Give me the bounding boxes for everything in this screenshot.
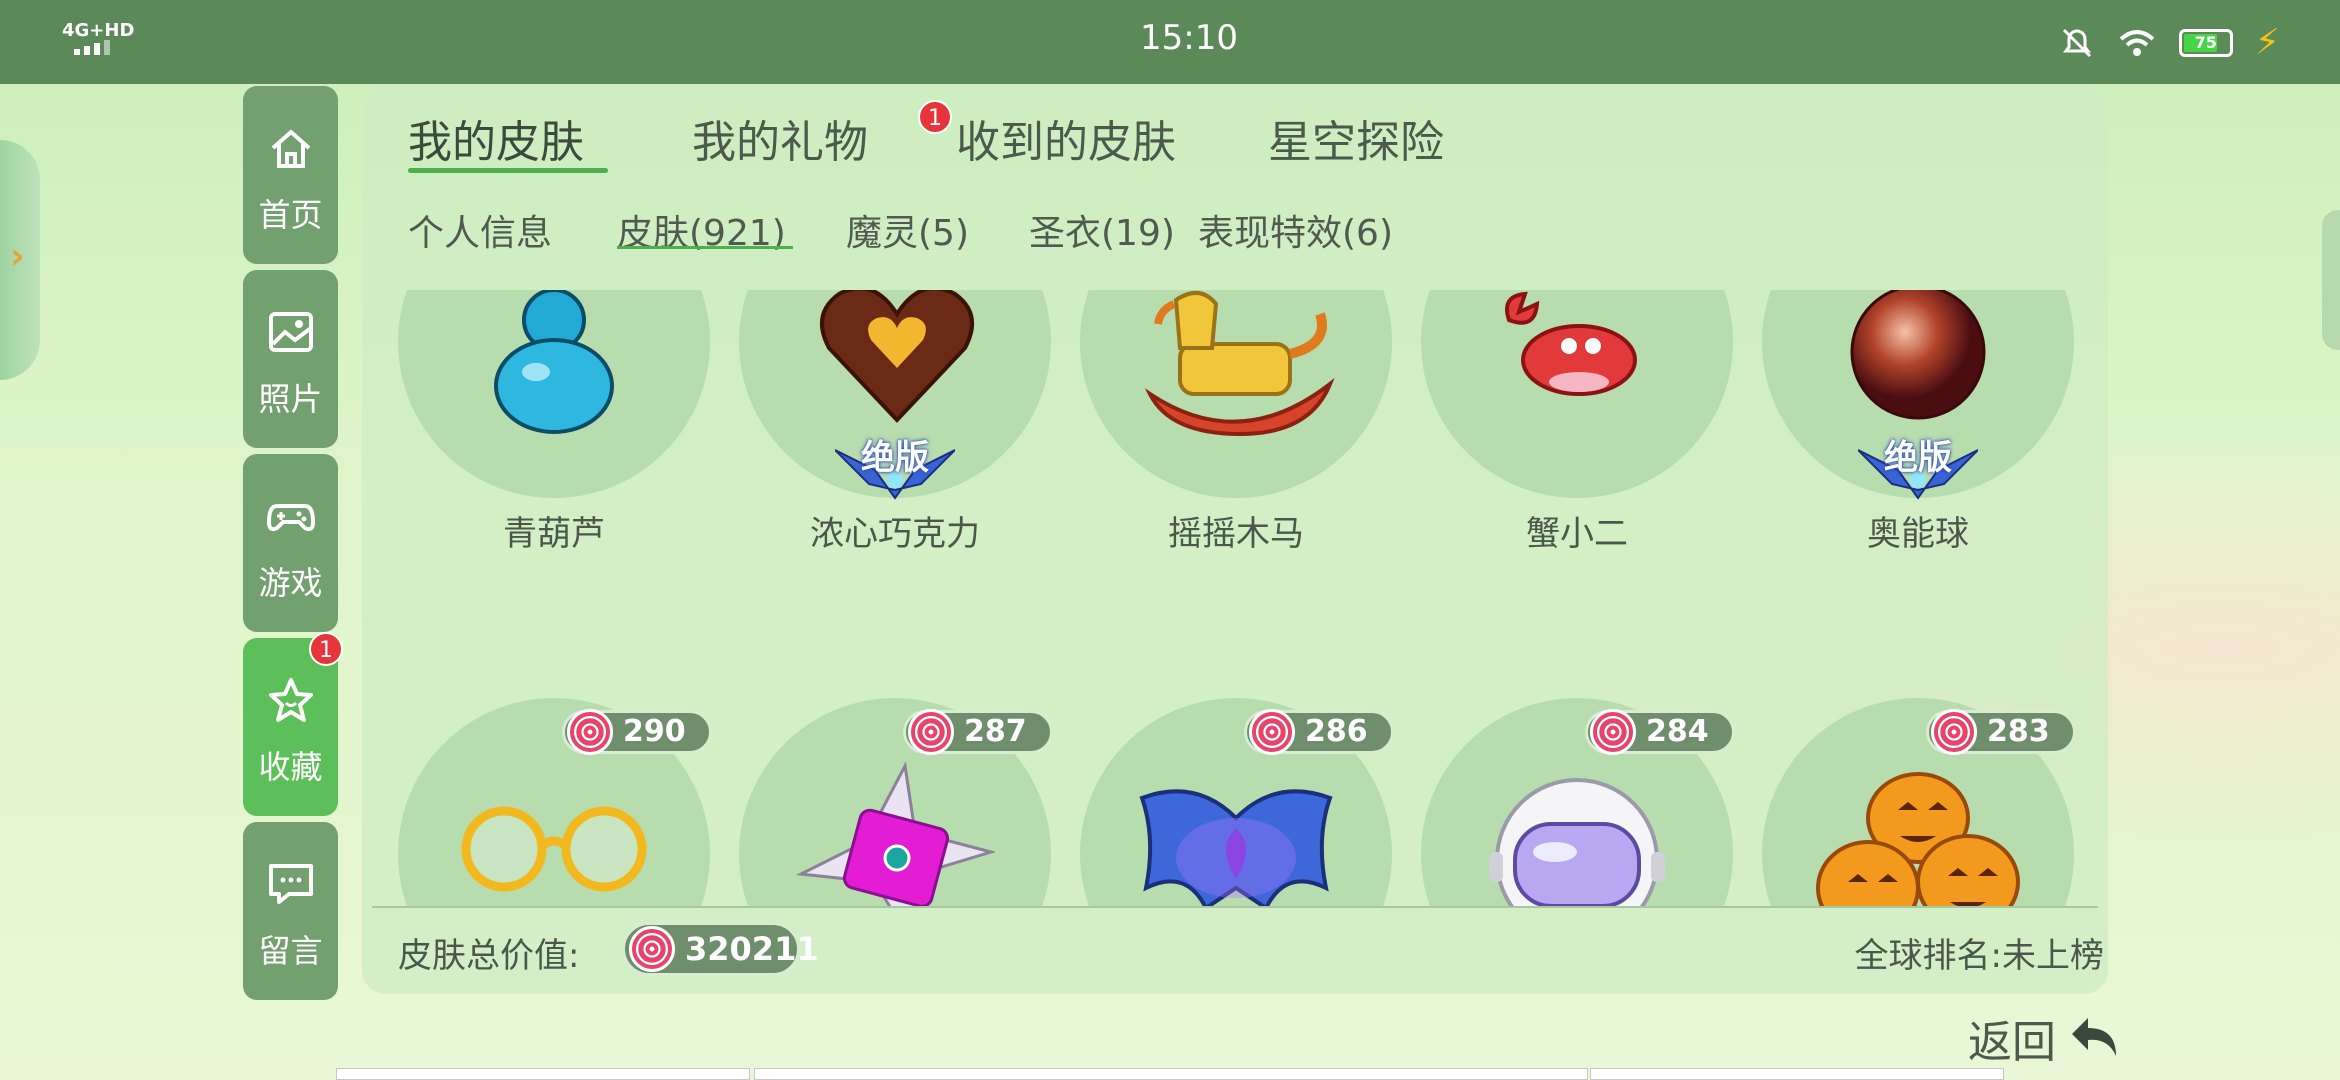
shuriken-icon <box>795 762 995 906</box>
pumpkins-icon <box>1816 772 2020 906</box>
battery-icon: 75 <box>2178 28 2233 57</box>
out-of-print-label: 绝版 <box>1884 438 1952 478</box>
bottom-bar-segment <box>1590 1068 2004 1080</box>
skin-name: 青葫芦 <box>503 514 605 554</box>
nav-home[interactable]: 首页 <box>243 86 338 264</box>
favorites-badge: 1 <box>309 632 343 666</box>
footer-divider <box>372 906 2098 908</box>
candy-icon <box>1249 709 1295 755</box>
candy-icon <box>1931 709 1977 755</box>
chocolate-heart-icon <box>820 290 974 423</box>
side-drawer-handle[interactable]: › <box>0 140 40 380</box>
charging-icon: ⚡ <box>2254 22 2280 63</box>
nav-photos-label: 照片 <box>258 380 323 418</box>
gifts-badge: 1 <box>918 100 952 134</box>
back-button[interactable]: 返回 <box>1968 1006 2056 1070</box>
price-tag: 287 <box>903 709 1053 755</box>
price-tag: 283 <box>1926 709 2076 755</box>
price-value: 287 <box>964 714 1027 749</box>
blue-gourd-icon <box>494 290 614 434</box>
nav-home-label: 首页 <box>258 196 323 234</box>
photo-icon <box>269 312 313 352</box>
nav-games-label: 游戏 <box>258 564 323 602</box>
rocking-horse-icon <box>1144 291 1335 437</box>
price-tag: 290 <box>562 709 712 755</box>
star-icon <box>269 678 313 722</box>
subtab-profile[interactable]: 个人信息 <box>408 204 552 256</box>
price-value: 283 <box>1987 714 2050 749</box>
nav-favorites[interactable]: 收藏 1 <box>243 632 343 816</box>
skins-panel: 我的皮肤 我的礼物 1 收到的皮肤 星空探险 个人信息 皮肤(921) 魔灵(5… <box>362 86 2108 994</box>
network-indicator: 4G+HD <box>62 20 135 41</box>
nav-games[interactable]: 游戏 <box>243 454 338 632</box>
bat-wings-icon <box>1139 789 1333 906</box>
price-value: 286 <box>1305 714 1368 749</box>
candy-icon <box>629 926 675 972</box>
gamepad-icon <box>267 504 315 532</box>
battery-level: 75 <box>2194 32 2217 52</box>
signal-icon <box>74 40 110 55</box>
candy-icon <box>567 709 613 755</box>
crab-icon <box>1505 291 1637 396</box>
total-value: 320211 <box>685 930 819 968</box>
bottom-bar-segment <box>336 1068 750 1080</box>
skin-name: 浓心巧克力 <box>810 514 980 554</box>
clock: 15:10 <box>1140 18 1238 58</box>
total-value-pill: 320211 <box>622 922 819 976</box>
skin-name: 奥能球 <box>1867 514 1969 554</box>
home-icon <box>271 129 311 168</box>
gold-glasses-icon <box>461 806 647 892</box>
chevron-right-icon: › <box>10 236 25 277</box>
active-subtab-indicator <box>617 246 793 249</box>
skin-grid: 青葫芦 绝版 浓心巧克力 摇摇木马 蟹小二 绝版 奥能球 290 287 286… <box>362 290 2108 906</box>
status-bar: 4G+HD 15:10 75 ⚡ <box>0 0 2340 84</box>
tab-star-adventure[interactable]: 星空探险 <box>1268 106 1444 170</box>
out-of-print-badge: 绝版 <box>835 430 955 500</box>
out-of-print-label: 绝版 <box>861 438 929 478</box>
out-of-print-badge: 绝版 <box>1858 430 1978 500</box>
price-tag: 286 <box>1244 709 1394 755</box>
energy-orb-icon <box>1850 290 1986 420</box>
nav-messages[interactable]: 留言 <box>243 822 338 1000</box>
subtab-spirits[interactable]: 魔灵(5) <box>846 204 969 256</box>
active-tab-indicator <box>408 168 608 173</box>
total-value-label: 皮肤总价值: <box>398 936 580 976</box>
tab-my-gifts[interactable]: 我的礼物 <box>692 106 868 170</box>
tab-my-skins[interactable]: 我的皮肤 <box>408 106 584 170</box>
nav-messages-label: 留言 <box>258 932 323 970</box>
skin-name: 摇摇木马 <box>1168 514 1304 554</box>
price-value: 290 <box>623 714 686 749</box>
nav-favorites-label: 收藏 <box>258 748 323 786</box>
subtab-effects[interactable]: 表现特效(6) <box>1198 204 1393 256</box>
price-value: 284 <box>1646 714 1709 749</box>
global-rank: 全球排名:未上榜 <box>1854 936 2104 976</box>
wifi-icon <box>2119 29 2155 56</box>
price-tag: 284 <box>1585 709 1735 755</box>
back-arrow-icon[interactable] <box>2068 1010 2124 1066</box>
subtab-armor[interactable]: 圣衣(19) <box>1029 204 1175 256</box>
message-icon <box>269 864 313 904</box>
tab-received-skins[interactable]: 收到的皮肤 <box>956 106 1176 170</box>
candy-icon <box>908 709 954 755</box>
candy-icon <box>1590 709 1636 755</box>
bottom-bar-segment <box>754 1068 1588 1080</box>
right-edge-handle[interactable] <box>2322 210 2340 350</box>
skin-name: 蟹小二 <box>1526 514 1628 554</box>
astronaut-helmet-icon <box>1489 778 1665 906</box>
nav-photos[interactable]: 照片 <box>243 270 338 448</box>
mute-icon <box>2062 28 2091 57</box>
